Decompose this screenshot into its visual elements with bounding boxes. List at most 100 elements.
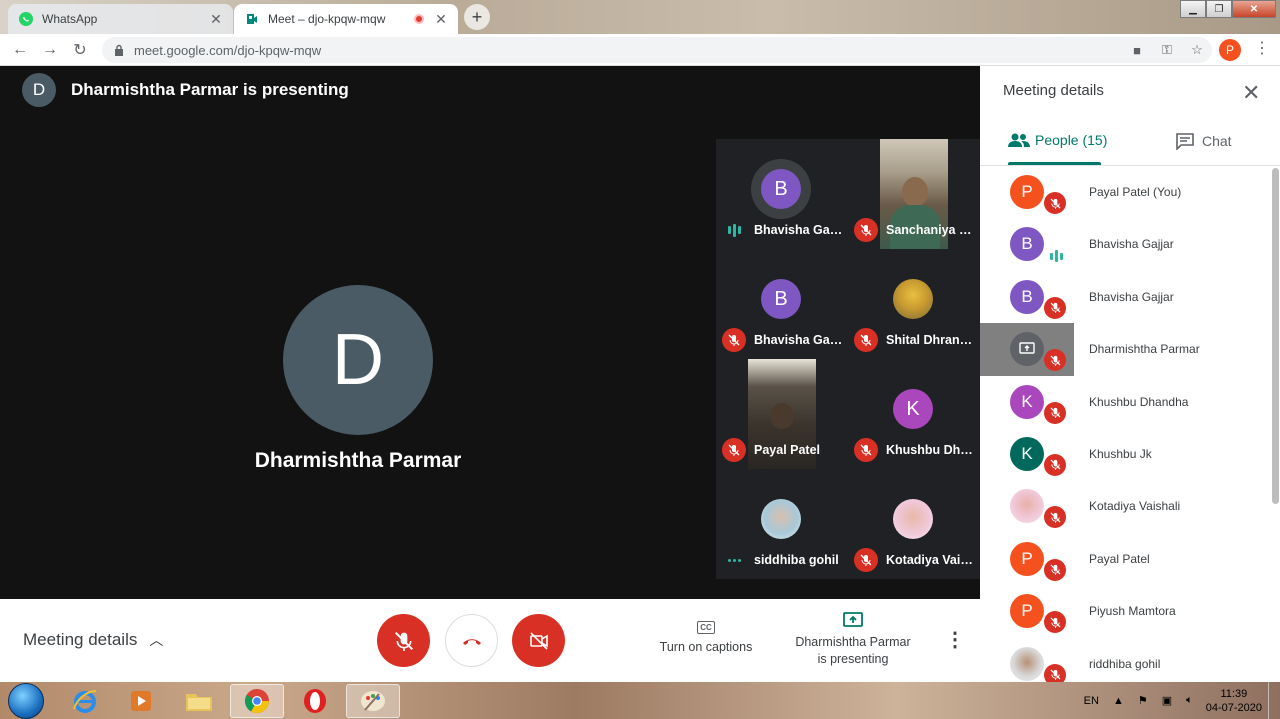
participant-tiles: B Bhavisha Gajjar Sanchaniya K... B Bhav… [716,139,980,579]
mic-toggle-button[interactable] [377,614,430,667]
taskbar-internet-explorer[interactable] [58,684,112,718]
mic-off-icon [1044,192,1066,214]
list-item[interactable]: Dharmishtha Parmar [980,323,1270,376]
close-tab-icon[interactable]: ✕ [209,11,223,28]
start-button[interactable] [8,683,44,719]
reload-icon[interactable]: ↻ [68,38,92,62]
browser-menu-icon[interactable]: ⋮ [1254,38,1270,58]
present-button[interactable]: Dharmishtha Parmar is presenting [786,611,920,668]
participant-avatar: B [761,279,801,319]
panel-scrollbar[interactable] [1272,168,1279,504]
url-field[interactable]: meet.google.com/djo-kpqw-mqw ■ ⚿ ☆ [102,37,1212,63]
people-tab-label: People (15) [1035,132,1108,148]
window-close-button[interactable]: ✕ [1232,0,1276,18]
taskbar-paint[interactable] [346,684,400,718]
present-label-line1: Dharmishtha Parmar [795,635,911,649]
camera-toggle-button[interactable] [512,614,565,667]
list-item[interactable]: K Khushbu Dhandha [980,376,1270,428]
tab-people[interactable]: People (15) [1008,132,1107,148]
show-hidden-icons-icon[interactable]: ▲ [1113,695,1124,707]
tab-chat[interactable]: Chat [1175,132,1232,150]
participant-name: Khushbu Dha... [886,443,976,457]
participant-tile[interactable]: Payal Patel [716,359,848,469]
action-center-flag-icon[interactable]: ⚑ [1138,694,1148,707]
internet-explorer-icon [73,690,97,713]
avatar: P [1010,175,1044,209]
minimize-button[interactable]: ▁ [1180,0,1206,18]
clock-date: 04-07-2020 [1205,701,1262,714]
participant-tile[interactable]: Shital Dhrang... [848,249,980,359]
camera-icon[interactable]: ■ [1122,43,1152,58]
taskbar-chrome[interactable] [230,684,284,718]
close-panel-icon[interactable]: ✕ [1242,80,1260,106]
network-icon[interactable]: ▣ [1162,694,1172,707]
back-arrow-icon[interactable]: ← [8,38,32,62]
participant-name: Dharmishtha Parmar [1089,342,1200,357]
mic-off-icon [1044,611,1066,634]
star-icon[interactable]: ☆ [1182,42,1212,58]
folder-icon [186,694,212,711]
captions-icon: CC [697,621,715,634]
participant-tile[interactable]: Sanchaniya K... [848,139,980,249]
avatar [1010,332,1044,367]
participant-tile[interactable]: siddhiba gohil [716,469,848,579]
windows-taskbar: EN ▲ ⚑ ▣ 🔈︎ 11:39 04-07-2020 [0,682,1280,719]
meet-icon [244,11,260,27]
list-item[interactable]: P Payal Patel [980,533,1270,585]
lock-icon [115,44,123,56]
list-item[interactable]: P Payal Patel (You) [980,166,1270,218]
participant-name: Kotadiya Vaishali [1089,499,1181,514]
main-speaker-name: Dharmishtha Parmar [254,449,462,472]
mic-off-icon [1044,401,1066,424]
new-tab-button[interactable]: + [464,4,490,30]
participant-tile[interactable]: K Khushbu Dha... [848,359,980,469]
list-item[interactable]: Kotadiya Vaishali [980,480,1270,532]
list-item[interactable]: P Piyush Mamtora [980,585,1270,637]
avatar: K [1010,384,1044,419]
taskbar-media-player[interactable] [114,684,168,718]
participant-tile[interactable]: B Bhavisha Gajjar [716,249,848,359]
avatar: B [1010,227,1044,262]
participant-name: Payal Patel [1089,551,1150,566]
mic-off-icon [854,218,878,242]
volume-icon[interactable]: 🔈︎ [1186,694,1193,707]
mic-off-icon [1044,663,1066,682]
meeting-details-panel: Meeting details ✕ People (15) Chat P Pay… [980,66,1280,682]
list-item[interactable]: B Bhavisha Gajjar [980,271,1270,323]
participant-name: Bhavisha Gajjar [754,223,844,237]
participant-name: riddhiba gohil [1089,656,1161,671]
meeting-details-toggle[interactable]: Meeting details ︿ [23,630,163,650]
profile-avatar[interactable]: P [1219,39,1241,61]
mic-off-icon [1044,558,1066,581]
opera-icon [304,689,326,713]
more-options-icon[interactable]: ⋮ [945,627,965,652]
meeting-details-label: Meeting details [23,630,138,649]
taskbar-file-explorer[interactable] [172,684,226,718]
list-item[interactable]: B Bhavisha Gajjar [980,218,1270,270]
main-speaker-avatar: D [283,285,433,435]
show-desktop-button[interactable] [1268,682,1280,719]
participant-tile[interactable]: B Bhavisha Gajjar [716,139,848,249]
clock[interactable]: 11:39 04-07-2020 [1206,687,1262,715]
close-tab-icon[interactable]: ✕ [434,11,448,28]
tab-whatsapp[interactable]: WhatsApp ✕ [8,4,233,34]
leave-call-button[interactable] [445,614,498,667]
paint-palette-icon [361,691,385,711]
taskbar-opera[interactable] [288,684,342,718]
forward-arrow-icon[interactable]: → [38,38,62,62]
whatsapp-icon [18,11,34,27]
mic-off-icon [394,631,413,651]
participant-tile[interactable]: Kotadiya Vais... [848,469,980,579]
language-indicator[interactable]: EN [1084,695,1099,707]
tab-title: WhatsApp [42,12,98,26]
avatar: P [1010,594,1044,629]
audio-level-icon [722,218,746,242]
tab-meet[interactable]: Meet – djo-kpqw-mqw ✕ [234,4,458,34]
captions-button[interactable]: CC Turn on captions [650,619,762,654]
clock-time: 11:39 [1220,687,1248,700]
key-icon[interactable]: ⚿ [1152,42,1182,58]
list-item[interactable]: K Khushbu Jk [980,428,1270,480]
mic-off-icon [854,328,878,352]
list-item[interactable]: riddhiba gohil [980,638,1270,682]
restore-button[interactable]: ❐ [1206,0,1232,18]
